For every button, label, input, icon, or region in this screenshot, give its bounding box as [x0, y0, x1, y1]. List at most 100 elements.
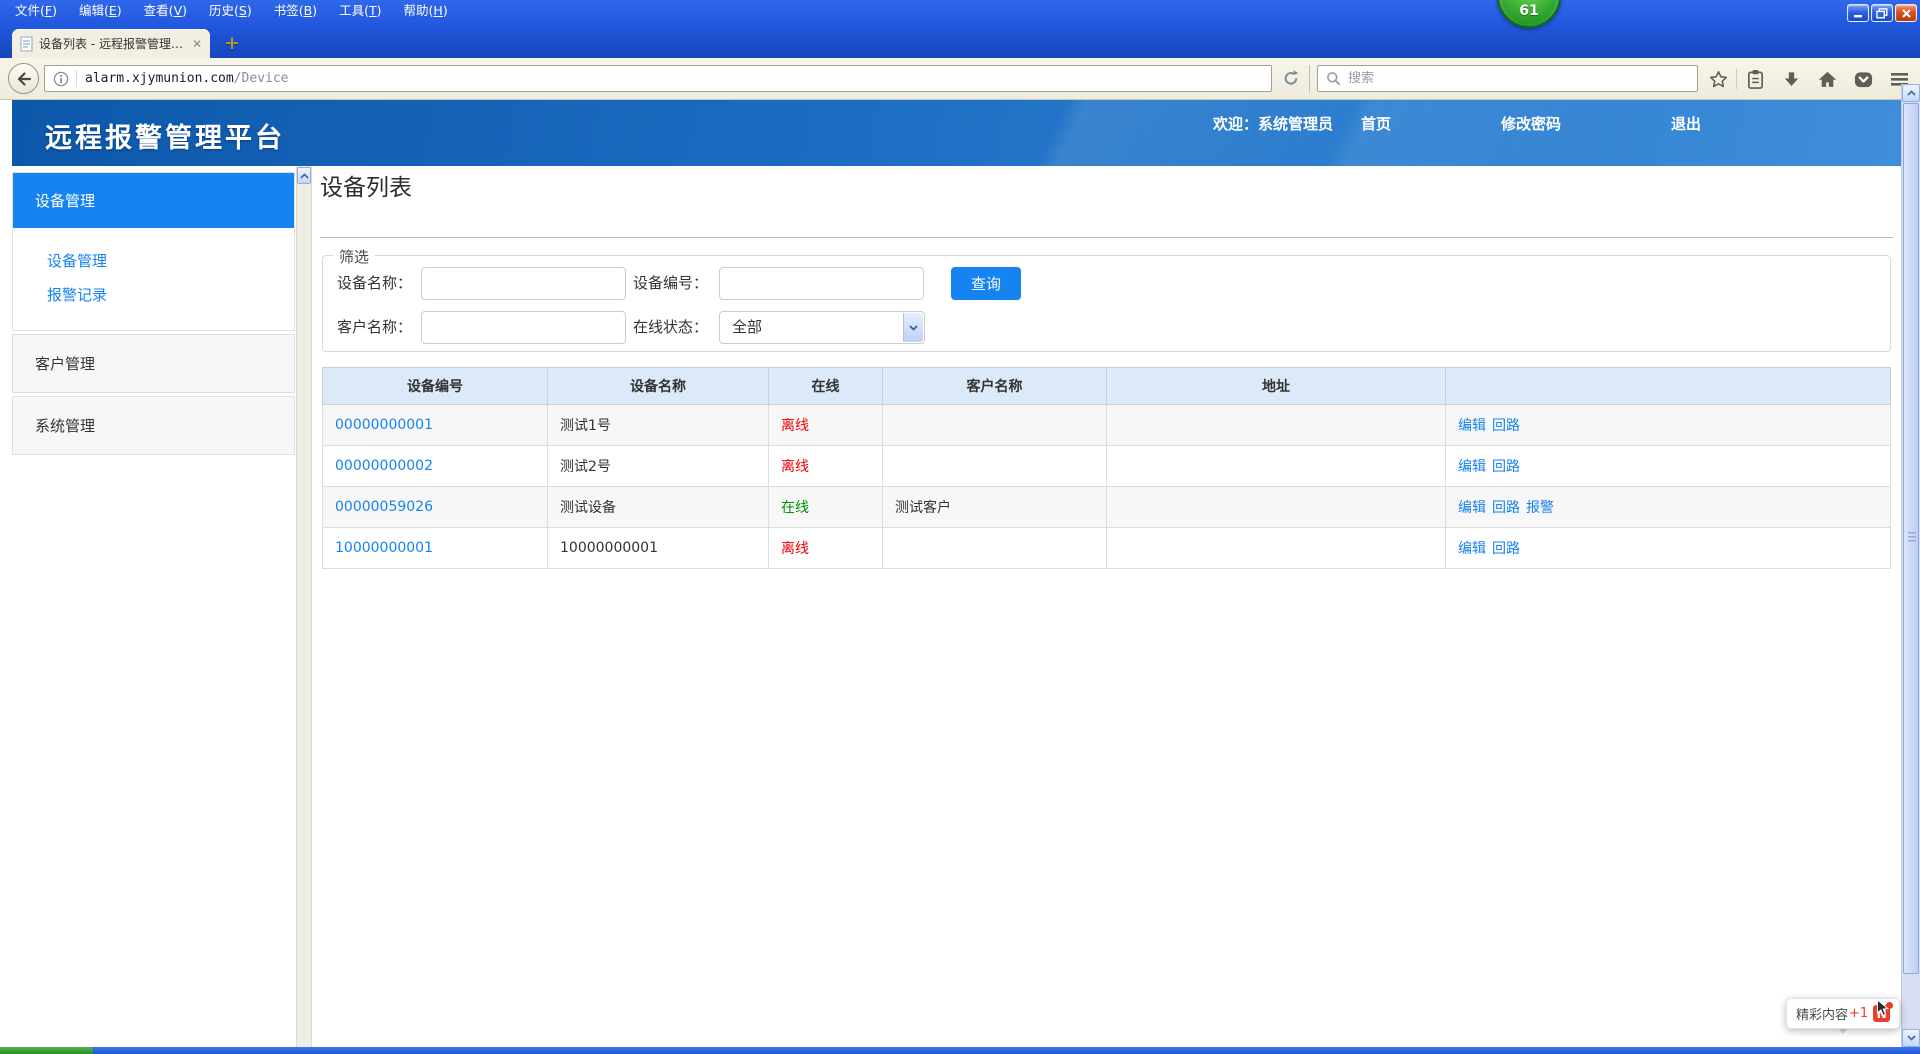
- sidebar-section-customer-management[interactable]: 客户管理: [12, 334, 295, 393]
- device-id-link[interactable]: 00000059026: [335, 499, 433, 515]
- minimize-button[interactable]: [1847, 4, 1869, 22]
- search-input[interactable]: [1348, 71, 1689, 86]
- scrollbar-grip: [1908, 532, 1916, 542]
- action-link-circuit[interactable]: 回路: [1492, 541, 1520, 557]
- device-name-input[interactable]: [421, 267, 626, 300]
- action-link-circuit[interactable]: 回路: [1492, 500, 1520, 516]
- sidebar-section-device-management[interactable]: 设备管理: [13, 173, 294, 228]
- close-button[interactable]: [1895, 4, 1917, 22]
- sidebar-submenu: 设备管理 报警记录: [13, 228, 294, 330]
- downloads-button[interactable]: [1773, 65, 1809, 93]
- reload-icon: [1282, 69, 1300, 87]
- table-row: 00000000002 测试2号 离线 编辑回路: [323, 446, 1891, 487]
- page-banner: 远程报警管理平台 欢迎：系统管理员 首页 修改密码 退出: [12, 100, 1901, 166]
- restore-button[interactable]: [1871, 4, 1893, 22]
- online-status-label: 在线状态：: [633, 311, 708, 344]
- query-button[interactable]: 查询: [951, 267, 1021, 300]
- address-cell: [1107, 487, 1446, 528]
- action-link-circuit[interactable]: 回路: [1492, 418, 1520, 434]
- menu-bar: 文件(F) 编辑(E) 查看(V) 历史(S) 书签(B) 工具(T) 帮助(H…: [4, 0, 459, 20]
- device-no-input[interactable]: [719, 267, 924, 300]
- device-id-link[interactable]: 00000000002: [335, 458, 433, 474]
- action-link-edit[interactable]: 编辑: [1458, 418, 1486, 434]
- action-link-alarm[interactable]: 报警: [1526, 500, 1554, 516]
- device-name-cell: 测试1号: [548, 405, 769, 446]
- app-title: 远程报警管理平台: [45, 116, 285, 155]
- scrollbar-thumb[interactable]: [1903, 103, 1919, 974]
- home-button[interactable]: [1809, 65, 1845, 93]
- window-scrollbar[interactable]: [1901, 84, 1920, 1047]
- url-path: /Device: [234, 71, 289, 86]
- device-id-link[interactable]: 10000000001: [335, 540, 433, 556]
- action-link-edit[interactable]: 编辑: [1458, 541, 1486, 557]
- chevron-up-icon: [1907, 90, 1916, 96]
- sidebar-item-alarm-records[interactable]: 报警记录: [13, 278, 294, 312]
- chevron-down-icon: [909, 325, 918, 331]
- promo-text: 精彩内容: [1796, 1004, 1848, 1023]
- site-info-icon: [53, 71, 69, 87]
- star-icon: [1708, 69, 1729, 90]
- search-box[interactable]: [1317, 65, 1698, 92]
- device-table: 设备编号 设备名称 在线 客户名称 地址 00000000001 测试1号 离线…: [322, 367, 1891, 569]
- bookmark-star-button[interactable]: [1700, 65, 1736, 93]
- menu-history[interactable]: 历史(S): [198, 0, 263, 22]
- back-button[interactable]: [8, 63, 39, 94]
- select-arrow-button[interactable]: [903, 313, 923, 342]
- table-row: 00000059026 测试设备 在线 测试客户 编辑回路报警: [323, 487, 1891, 528]
- start-button-edge[interactable]: [0, 1047, 93, 1054]
- url-bar[interactable]: alarm.xjymunion.com/Device: [44, 65, 1272, 92]
- notification-badge[interactable]: 61: [1497, 0, 1561, 28]
- table-header-row: 设备编号 设备名称 在线 客户名称 地址: [323, 368, 1891, 405]
- search-icon: [1326, 71, 1341, 86]
- reload-button[interactable]: [1280, 67, 1302, 89]
- bookmarks-menu-button[interactable]: [1737, 65, 1773, 93]
- clipboard-icon: [1746, 69, 1765, 90]
- status-badge: 在线: [781, 500, 809, 516]
- table-row: 00000000001 测试1号 离线 编辑回路: [323, 405, 1891, 446]
- action-link-edit[interactable]: 编辑: [1458, 459, 1486, 475]
- change-password-link[interactable]: 修改密码: [1501, 113, 1561, 134]
- chevron-up-icon: [300, 173, 309, 179]
- action-link-edit[interactable]: 编辑: [1458, 500, 1486, 516]
- chevron-down-icon: [1907, 1035, 1916, 1041]
- device-id-link[interactable]: 00000000001: [335, 417, 433, 433]
- url-host: alarm.xjymunion.com: [85, 71, 234, 86]
- menu-help[interactable]: 帮助(H): [393, 0, 459, 22]
- menu-edit[interactable]: 编辑(E): [68, 0, 133, 22]
- scroll-up-button[interactable]: [1902, 84, 1920, 102]
- content-scroll-up-button[interactable]: [297, 167, 311, 184]
- address-cell: [1107, 528, 1446, 569]
- new-tab-button[interactable]: +: [224, 32, 240, 54]
- menu-tools[interactable]: 工具(T): [328, 0, 392, 22]
- window-controls: [1847, 4, 1917, 22]
- online-status-select[interactable]: 全部: [719, 311, 925, 344]
- content-scrollbar[interactable]: [296, 166, 312, 1047]
- status-badge: 离线: [781, 418, 809, 434]
- customer-name-label: 客户名称：: [337, 311, 412, 344]
- col-customer: 客户名称: [883, 368, 1107, 405]
- customer-cell: [883, 446, 1107, 487]
- tab-close-icon[interactable]: ✕: [192, 37, 202, 51]
- scroll-down-button[interactable]: [1902, 1029, 1920, 1047]
- home-icon: [1817, 70, 1838, 89]
- filter-legend: 筛选: [333, 246, 375, 267]
- welcome-text: 欢迎：系统管理员: [1213, 113, 1333, 134]
- toolbar-icons: [1700, 64, 1917, 94]
- col-device-name: 设备名称: [548, 368, 769, 405]
- device-name-cell: 10000000001: [548, 528, 769, 569]
- menu-bookmarks[interactable]: 书签(B): [263, 0, 328, 22]
- pocket-button[interactable]: [1845, 65, 1881, 93]
- mouse-cursor-icon: [1876, 999, 1889, 1021]
- action-link-circuit[interactable]: 回路: [1492, 459, 1520, 475]
- toolbar-separator: [1309, 65, 1310, 92]
- sidebar-section-system-management[interactable]: 系统管理: [12, 396, 295, 455]
- logout-link[interactable]: 退出: [1671, 113, 1701, 134]
- menu-view[interactable]: 查看(V): [133, 0, 198, 22]
- device-name-label: 设备名称：: [337, 267, 412, 300]
- customer-name-input[interactable]: [421, 311, 626, 344]
- home-link[interactable]: 首页: [1361, 113, 1391, 134]
- sidebar-item-device-management[interactable]: 设备管理: [13, 244, 294, 278]
- menu-file[interactable]: 文件(F): [4, 0, 68, 22]
- screen: 文件(F) 编辑(E) 查看(V) 历史(S) 书签(B) 工具(T) 帮助(H…: [0, 0, 1920, 1054]
- browser-tab[interactable]: 设备列表 - 远程报警管理… ✕: [12, 29, 210, 58]
